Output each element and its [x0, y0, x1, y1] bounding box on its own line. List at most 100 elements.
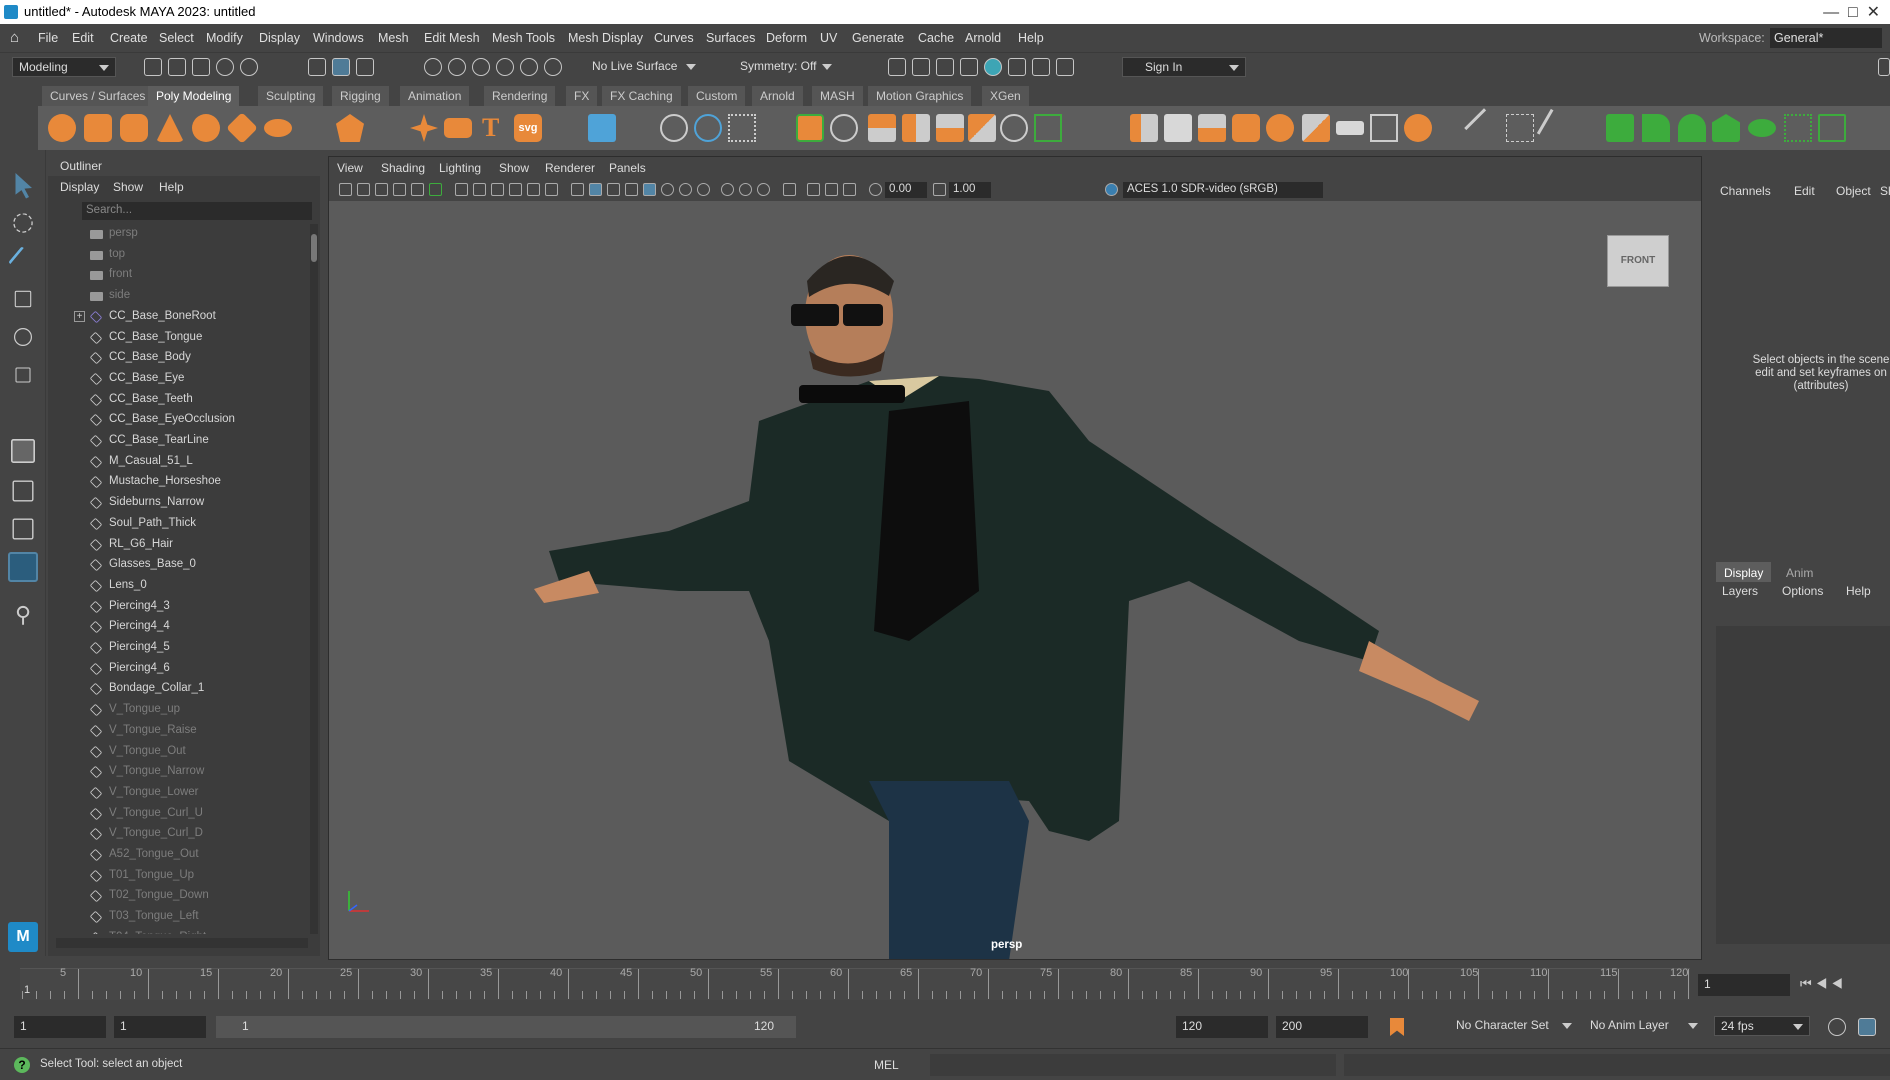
outliner-row[interactable]: Piercing4_4	[48, 617, 310, 637]
quad-draw-icon[interactable]	[1164, 114, 1192, 142]
menu-cache[interactable]: Cache	[918, 31, 954, 45]
outliner-row[interactable]: V_Tongue_Curl_D	[48, 824, 310, 844]
tab-motion-graphics[interactable]: Motion Graphics	[868, 86, 973, 106]
resolution-gate-icon[interactable]	[491, 183, 504, 196]
animation-end-field[interactable]: 200	[1276, 1016, 1368, 1038]
menu-mesh[interactable]: Mesh	[378, 31, 409, 45]
color-space-dropdown[interactable]: ACES 1.0 SDR-video (sRGB)	[1123, 182, 1323, 198]
time-ruler[interactable]: 5 10 15 20 25 30 35 40 45 50 55 60 65 70 75 80 85 90 95 100…	[20, 967, 1690, 1000]
fill-hole-icon[interactable]	[968, 114, 996, 142]
bookmark-icon[interactable]	[375, 183, 388, 196]
outliner-row[interactable]: M_Casual_51_L	[48, 452, 310, 472]
ipr-render-icon[interactable]	[936, 58, 954, 76]
viewport-menu-view[interactable]: View	[337, 161, 363, 175]
isolate-select-icon[interactable]	[783, 183, 796, 196]
outliner-row[interactable]: T04_Tongue_Right	[48, 928, 310, 934]
insert-edge-loop-icon[interactable]	[1506, 114, 1534, 142]
xray-active-icon[interactable]	[825, 183, 838, 196]
hypershade-icon[interactable]	[984, 58, 1002, 76]
playback-end-field[interactable]: 120	[1176, 1016, 1268, 1038]
outliner-row[interactable]: T01_Tongue_Up	[48, 866, 310, 886]
tab-custom[interactable]: Custom	[688, 86, 747, 106]
connect-tool-icon[interactable]	[1464, 108, 1504, 148]
live-surface-field[interactable]: No Live Surface	[586, 57, 702, 77]
viewport-menu-lighting[interactable]: Lighting	[439, 161, 481, 175]
command-input[interactable]	[930, 1054, 1336, 1076]
outliner-row[interactable]: persp	[48, 224, 310, 244]
expand-icon[interactable]: +	[74, 310, 85, 322]
menu-display[interactable]: Display	[259, 31, 300, 45]
outliner-menu-display[interactable]: Display	[60, 180, 99, 194]
pause-icon[interactable]	[1056, 58, 1074, 76]
camera-attributes-icon[interactable]	[357, 183, 370, 196]
menu-generate[interactable]: Generate	[852, 31, 904, 45]
poly-cone-icon[interactable]	[156, 114, 184, 142]
gamma-icon[interactable]	[933, 183, 946, 196]
outliner-row[interactable]: T02_Tongue_Down	[48, 886, 310, 906]
lasso-tool-icon[interactable]	[13, 213, 33, 233]
channel-show-menu[interactable]: Sho	[1880, 184, 1890, 198]
character-set-dropdown[interactable]: No Character Set	[1450, 1016, 1578, 1036]
select-tool-icon[interactable]	[15, 173, 32, 199]
outliner-row[interactable]: Piercing4_3	[48, 597, 310, 617]
window-controls[interactable]: — □ ✕	[1823, 2, 1880, 22]
outliner-row[interactable]: V_Tongue_Raise	[48, 721, 310, 741]
boolean-union-icon[interactable]	[796, 114, 824, 142]
poly-cylinder-icon[interactable]	[120, 114, 148, 142]
extrude-icon[interactable]	[868, 114, 896, 142]
snap-grid-icon[interactable]	[424, 58, 442, 76]
extract-icon[interactable]	[1198, 114, 1226, 142]
planar-mapping-icon[interactable]	[1642, 114, 1670, 142]
outliner-scrollbar[interactable]	[310, 224, 318, 934]
poly-disc-icon[interactable]	[264, 119, 292, 137]
sweep-mesh-icon[interactable]	[444, 118, 472, 138]
outliner-row[interactable]: CC_Base_Eye	[48, 369, 310, 389]
super-shape-icon[interactable]	[410, 114, 438, 142]
shadows-icon[interactable]	[679, 183, 692, 196]
outliner-row[interactable]: Mustache_Horseshoe	[48, 472, 310, 492]
outliner-row[interactable]: front	[48, 265, 310, 285]
grid-icon[interactable]	[455, 183, 468, 196]
menu-deform[interactable]: Deform	[766, 31, 807, 45]
search-icon[interactable]: ⚲	[8, 600, 38, 630]
snap-view-plane-icon[interactable]	[520, 58, 538, 76]
outliner-row[interactable]: T03_Tongue_Left	[48, 907, 310, 927]
svg-tool-icon[interactable]: svg	[514, 114, 542, 142]
sidebar-toggle-icon[interactable]	[1878, 58, 1890, 76]
workspace-dropdown[interactable]: General*	[1770, 28, 1882, 48]
exposure-field[interactable]: 0.00	[885, 182, 927, 198]
viewport-menu-shading[interactable]: Shading	[381, 161, 425, 175]
fps-dropdown[interactable]: 24 fps	[1714, 1016, 1810, 1036]
range-slider-bar[interactable]: 1 120	[216, 1016, 796, 1038]
redo-icon[interactable]	[240, 58, 258, 76]
rotate-tool-icon[interactable]	[14, 328, 32, 346]
xray-icon[interactable]	[807, 183, 820, 196]
smooth-shade-icon[interactable]	[589, 183, 602, 196]
field-chart-icon[interactable]	[527, 183, 540, 196]
menu-select[interactable]: Select	[159, 31, 194, 45]
use-all-lights-icon[interactable]	[661, 183, 674, 196]
menu-edit[interactable]: Edit	[72, 31, 94, 45]
outliner-row[interactable]: Bondage_Collar_1	[48, 679, 310, 699]
outliner-row[interactable]: V_Tongue_up	[48, 700, 310, 720]
save-scene-icon[interactable]	[192, 58, 210, 76]
outliner-menu-help[interactable]: Help	[159, 180, 184, 194]
layer-options-menu[interactable]: Options	[1782, 584, 1823, 598]
outliner-row[interactable]: Glasses_Base_0	[48, 555, 310, 575]
menu-file[interactable]: File	[38, 31, 58, 45]
current-frame-field[interactable]: 1	[1698, 974, 1790, 996]
anim-layer-dropdown[interactable]: No Anim Layer	[1584, 1016, 1704, 1036]
arnold-render-icon[interactable]	[1008, 58, 1026, 76]
loop-icon[interactable]	[1828, 1018, 1846, 1036]
channel-object-menu[interactable]: Object	[1836, 184, 1871, 198]
character-model[interactable]	[329, 201, 1701, 959]
outliner-row[interactable]: Piercing4_5	[48, 638, 310, 658]
gate-mask-icon[interactable]	[509, 183, 522, 196]
outliner-row[interactable]: V_Tongue_Out	[48, 742, 310, 762]
playback-start-field[interactable]: 1	[114, 1016, 206, 1038]
snap-point-icon[interactable]	[472, 58, 490, 76]
menu-surfaces[interactable]: Surfaces	[706, 31, 755, 45]
new-scene-icon[interactable]	[144, 58, 162, 76]
film-gate-icon[interactable]	[473, 183, 486, 196]
tab-animation[interactable]: Animation	[400, 86, 471, 106]
